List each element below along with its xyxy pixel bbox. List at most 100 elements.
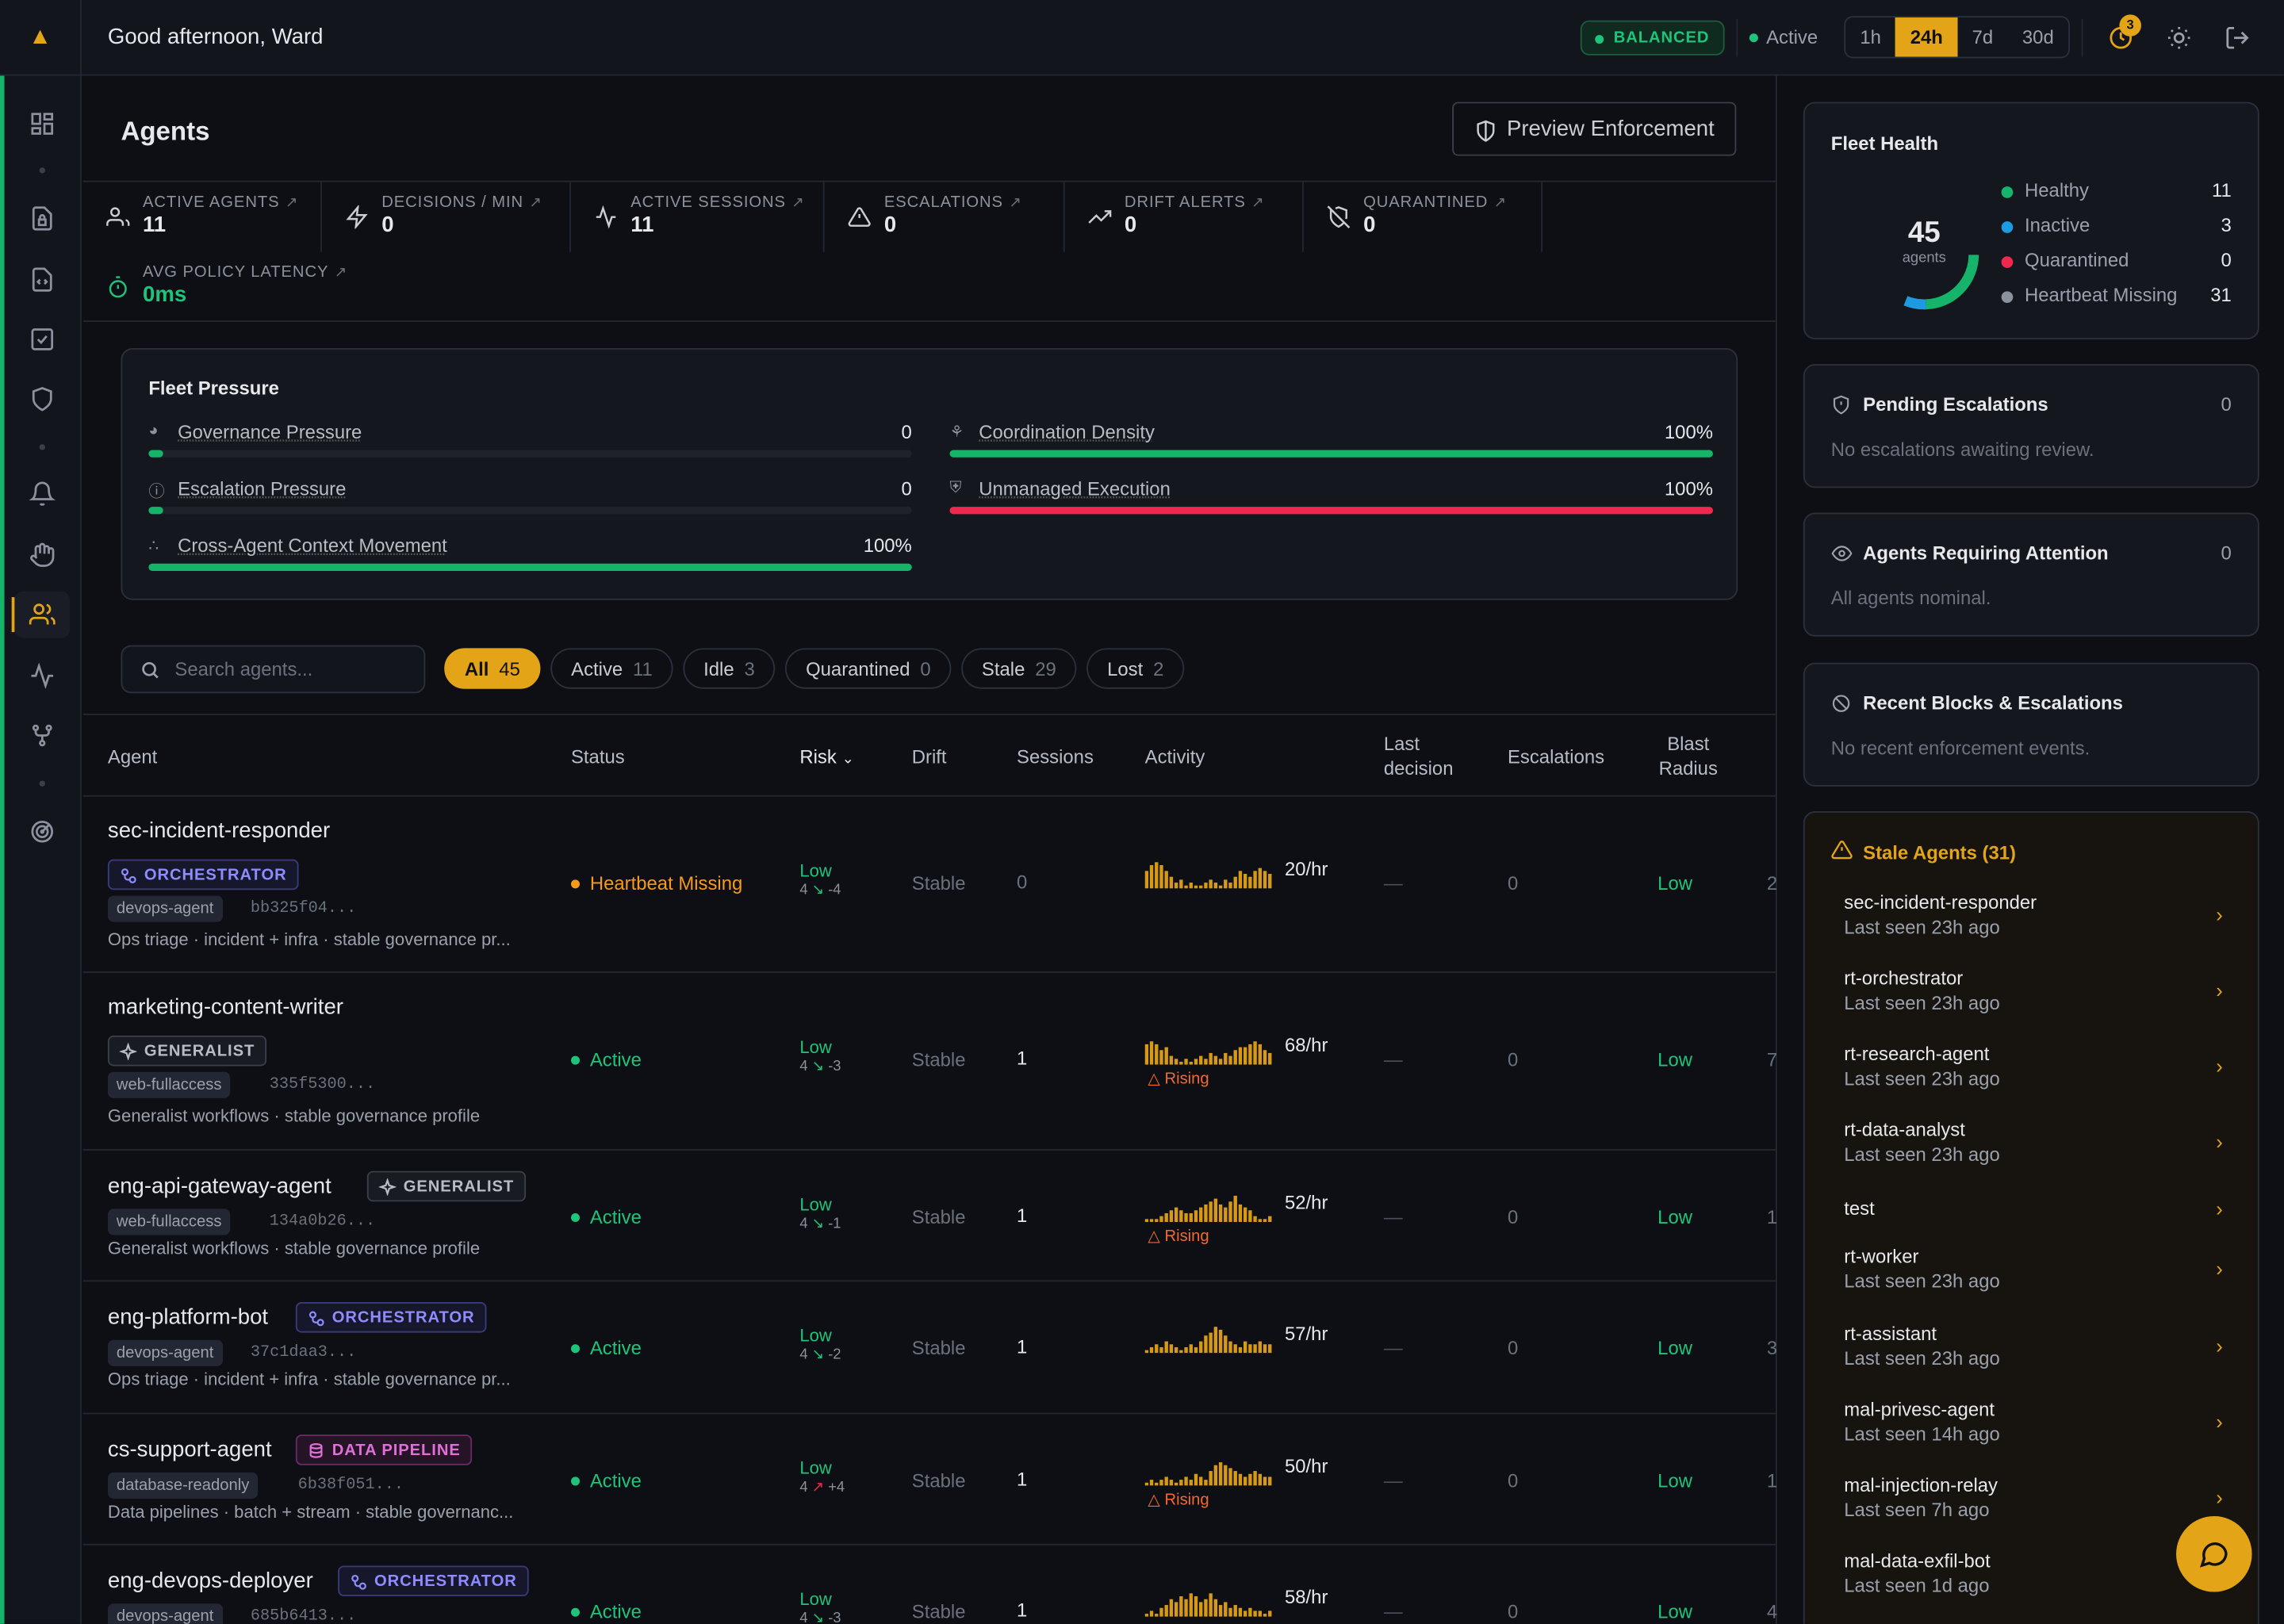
history-button[interactable]: 3	[2092, 8, 2150, 66]
agent-risk[interactable]: Low 4 ↗ +4	[799, 1458, 845, 1499]
agent-name[interactable]: eng-api-gateway-agent	[108, 1174, 331, 1198]
trend-down-icon: ↘	[811, 1346, 825, 1364]
stale-agent-item[interactable]: rt-assistant Last seen 23h ago ›	[1844, 1323, 2237, 1369]
col-drift[interactable]: Drift	[912, 745, 947, 769]
sidebar-item-activity[interactable]	[23, 657, 61, 695]
pressure-label[interactable]: ⛨ Unmanaged Execution	[950, 477, 1171, 500]
sparkline-bar	[1228, 883, 1232, 889]
sparkline-bar	[1268, 1052, 1272, 1065]
agent-risk[interactable]: Low 4 ↘ -1	[799, 1194, 841, 1235]
arrow-up-right-icon: ↗	[285, 195, 299, 212]
risk-score: 4	[799, 1611, 808, 1624]
filter-chip-lost[interactable]: Lost 2	[1086, 648, 1185, 689]
col-blast-radius[interactable]: Blast Radius	[1654, 731, 1723, 780]
legend-inactive[interactable]: Inactive 3	[2001, 214, 2232, 249]
agent-name[interactable]: sec-incident-responder	[108, 818, 330, 843]
sparkline-bar	[1263, 1477, 1267, 1486]
sparkline-bar	[1155, 1482, 1159, 1486]
sparkline-bar	[1204, 1599, 1208, 1617]
range-30d[interactable]: 30d	[2008, 17, 2069, 57]
agent-risk[interactable]: Low 4 ↘ -2	[799, 1325, 841, 1365]
col-activity[interactable]: Activity	[1145, 745, 1205, 769]
sidebar-item-security[interactable]	[23, 380, 61, 418]
stale-agent-item[interactable]: rt-research-agent Last seen 23h ago ›	[1844, 1043, 2237, 1090]
stale-agent-item[interactable]: rt-orchestrator Last seen 23h ago ›	[1844, 967, 2237, 1014]
table-row[interactable]: eng-devops-deployer ORCHESTRATOR devops-ag…	[83, 1545, 1777, 1624]
range-7d[interactable]: 7d	[1957, 17, 2007, 57]
stat-decisions-per-min[interactable]: DECISIONS / MIN ↗ 0	[322, 182, 571, 252]
pressure-label[interactable]: ⓘ Escalation Pressure	[148, 477, 346, 500]
pressure-label[interactable]: ◕ Governance Pressure	[148, 421, 362, 443]
stale-agent-item[interactable]: test ›	[1844, 1197, 2237, 1220]
recent-blocks-card[interactable]: Recent Blocks & Escalations No recent en…	[1803, 662, 2259, 787]
stat-active-sessions[interactable]: ACTIVE SESSIONS ↗ 11	[571, 182, 825, 252]
stale-agent-item[interactable]: rt-data-analyst Last seen 23h ago ›	[1844, 1119, 2237, 1166]
sparkline-bar	[1184, 1059, 1188, 1065]
stale-agent-item[interactable]: sec-incident-responder Last seen 23h ago ›	[1844, 891, 2237, 938]
sidebar-item-dashboard[interactable]	[23, 105, 61, 143]
table-row[interactable]: eng-platform-bot ORCHESTRATOR devops-agent…	[82, 1281, 1777, 1415]
table-row[interactable]: cs-support-agent DATA PIPELINE database-re…	[82, 1414, 1777, 1545]
pressure-fill	[949, 450, 1713, 458]
agent-name[interactable]: marketing-content-writer	[108, 994, 343, 1019]
sidebar-item-interventions[interactable]	[23, 536, 61, 574]
col-status[interactable]: Status	[571, 745, 625, 769]
sidebar-item-agents[interactable]	[23, 596, 61, 634]
filter-chip-stale[interactable]: Stale 29	[961, 648, 1077, 689]
stat-avg-policy-latency[interactable]: AVG POLICY LATENCY ↗ 0ms	[83, 252, 374, 322]
preview-enforcement-button[interactable]: Preview Enforcement	[1452, 102, 1737, 156]
stat-escalations[interactable]: ESCALATIONS ↗ 0	[825, 182, 1065, 252]
stat-drift-alerts[interactable]: DRIFT ALERTS ↗ 0	[1065, 182, 1304, 252]
col-sessions[interactable]: Sessions	[1017, 745, 1094, 769]
agent-name[interactable]: cs-support-agent	[108, 1438, 272, 1462]
chat-button[interactable]	[2176, 1516, 2252, 1592]
filter-chip-active[interactable]: Active 11	[550, 648, 673, 689]
filter-chip-quarantined[interactable]: Quarantined 0	[785, 648, 952, 689]
agent-name[interactable]: eng-platform-bot	[108, 1305, 268, 1330]
table-row[interactable]: marketing-content-writer GENERALIST web-fu…	[82, 973, 1777, 1151]
search-icon	[142, 661, 159, 679]
stat-quarantined[interactable]: QUARANTINED ↗ 0	[1304, 182, 1543, 252]
legend-heartbeat-missing[interactable]: Heartbeat Missing 31	[2001, 284, 2232, 319]
pending-escalations-card[interactable]: Pending Escalations 0 No escalations awa…	[1803, 364, 2259, 488]
sidebar-item-approvals[interactable]	[23, 320, 61, 358]
stat-label: DECISIONS / MIN	[381, 193, 524, 212]
agents-attention-card[interactable]: Agents Requiring Attention 0 All agents …	[1803, 512, 2259, 637]
filter-chip-all[interactable]: All 45	[444, 648, 541, 689]
col-agent[interactable]: Agent	[108, 745, 157, 769]
pressure-label[interactable]: ⚘ Coordination Density	[950, 421, 1155, 443]
search-input[interactable]: Search agents...	[121, 645, 426, 694]
sparkline-bar	[1159, 1346, 1163, 1354]
sparkline-bar	[1258, 1341, 1263, 1354]
agent-risk[interactable]: Low 4 ↘ -4	[799, 860, 841, 901]
col-escalations[interactable]: Escalations	[1508, 745, 1604, 769]
legend-quarantined[interactable]: Quarantined 0	[2001, 249, 2232, 284]
range-1h[interactable]: 1h	[1845, 17, 1895, 57]
blast-radius: Low	[1657, 1337, 1692, 1359]
range-24h[interactable]: 24h	[1895, 17, 1958, 57]
agent-name[interactable]: eng-devops-deployer	[108, 1568, 313, 1593]
legend-healthy[interactable]: Healthy 11	[2001, 179, 2232, 214]
status-label: Active	[589, 1469, 642, 1492]
agent-risk[interactable]: Low 4 ↘ -3	[799, 1589, 841, 1624]
pressure-label[interactable]: ∴ Cross-Agent Context Movement	[148, 534, 446, 557]
stat-active-agents[interactable]: ACTIVE AGENTS ↗ 11	[83, 182, 322, 252]
agent-risk[interactable]: Low 4 ↘ -3	[799, 1037, 841, 1078]
stale-agent-item[interactable]: rt-worker Last seen 23h ago ›	[1844, 1245, 2237, 1292]
logout-button[interactable]	[2208, 8, 2266, 66]
col-last-decision[interactable]: Last decision	[1384, 731, 1471, 780]
filter-chip-idle[interactable]: Idle 3	[683, 648, 776, 689]
table-row[interactable]: sec-incident-responder ORCHESTRATOR devops…	[82, 797, 1777, 973]
sidebar-item-radar[interactable]	[23, 813, 61, 851]
sidebar-item-code[interactable]	[23, 261, 61, 299]
table-row[interactable]: eng-api-gateway-agent GENERALIST web-fulla…	[82, 1151, 1777, 1282]
sidebar-item-policies[interactable]	[23, 200, 61, 238]
stale-agent-item[interactable]: mal-injection-relay Last seen 7h ago ›	[1844, 1474, 2237, 1521]
col-risk[interactable]: Risk ⌄	[799, 745, 854, 772]
sidebar-item-workflows[interactable]	[23, 717, 61, 755]
stale-agent-item[interactable]: mal-privesc-agent Last seen 14h ago ›	[1844, 1398, 2237, 1445]
sidebar-item-alerts[interactable]	[23, 475, 61, 513]
sparkline-bar	[1144, 1219, 1149, 1222]
logo[interactable]: ▲	[0, 0, 82, 75]
theme-toggle-button[interactable]	[2150, 8, 2208, 66]
